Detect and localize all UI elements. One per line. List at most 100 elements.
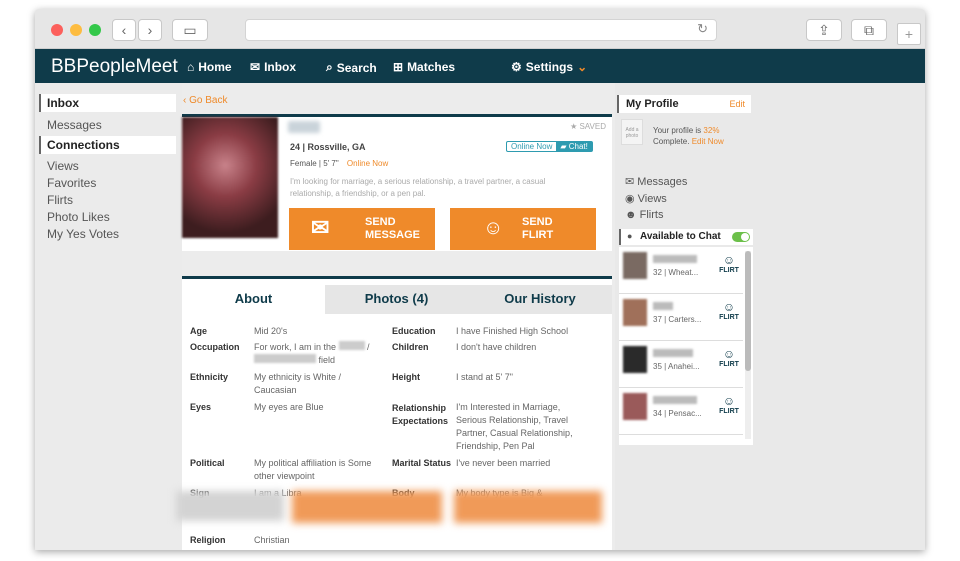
chat-user-row[interactable]: 37 | Carters... ☺ FLIRT [619,294,743,341]
chat-badge[interactable]: ▰ Chat! [556,142,592,151]
nav-matches[interactable]: ⊞ Matches [393,60,455,74]
age-label: Age [190,326,208,336]
chat-user-row[interactable]: 35 | Anahei... ☺ FLIRT [619,341,743,388]
online-badge-label: Online Now [511,142,553,151]
forward-arrow-icon[interactable]: › [138,19,162,41]
share-icon[interactable]: ⇪ [806,19,842,41]
profile-card: ★ SAVED 24 | Rossville, GA Online Now ▰ … [182,114,612,251]
user-thumbnail[interactable] [623,346,647,373]
height-value: I stand at 5' 7" [456,372,513,382]
sidebar-item-favorites[interactable]: Favorites [47,176,96,190]
flirt-button[interactable]: ☺ FLIRT [715,253,743,274]
my-flirts-label: Flirts [639,209,664,221]
sidebar-item-connections[interactable]: Connections [39,136,176,154]
sidebar-item-views[interactable]: Views [47,159,79,173]
smiley-icon: ☺ [722,300,736,314]
chat-list: 32 | Wheat... ☺ FLIRT 37 | Carters... ☺ FL… [619,247,753,445]
nav-inbox[interactable]: ✉ Inbox [250,60,296,74]
smiley-icon: ☺ [722,253,736,267]
edit-now-link[interactable]: Edit Now [692,137,724,146]
send-flirt-button[interactable]: ☺ SEND FLIRT [450,208,596,250]
user-info: 34 | Pensac... [653,409,702,418]
address-bar[interactable]: ↻ [245,19,717,41]
eyes-value: My eyes are Blue [254,402,324,412]
my-flirts-link[interactable]: ☻ Flirts [625,209,663,221]
send-message-label: SEND MESSAGE [365,216,421,241]
send-message-button[interactable]: ✉ SEND MESSAGE [289,208,435,250]
children-value: I don't have children [456,342,537,352]
chat-badge-label: Chat! [568,142,588,151]
tab-photos[interactable]: Photos (4) [325,285,468,314]
sidebar-item-inbox[interactable]: Inbox [39,94,176,112]
sidebar-item-photo-likes[interactable]: Photo Likes [47,210,110,224]
username-redacted [653,255,697,263]
nav-home[interactable]: ⌂ Home [187,60,232,74]
online-chat-badge[interactable]: Online Now ▰ Chat! [506,141,593,152]
tab-about[interactable]: About [182,285,325,314]
minimize-window-icon[interactable] [70,24,82,36]
gear-icon: ⚙ [511,60,522,74]
user-thumbnail[interactable] [623,393,647,420]
go-back-label: Go Back [189,95,228,106]
matches-icon: ⊞ [393,60,404,74]
chat-bubble-icon: ● [627,231,633,241]
nav-search-label: Search [336,60,377,75]
browser-window: ‹ › ▭ ↻ ⇪ ⧉ + BBPeopleMeet ⌂ Home ✉ Inbox … [35,9,925,550]
occupation-label: Occupation [190,342,240,352]
user-thumbnail[interactable] [623,252,647,279]
main-content: ‹ Go Back ★ SAVED 24 | Rossville, GA Onl… [176,83,615,550]
zoom-window-icon[interactable] [89,24,101,36]
sidebar: Inbox Messages Connections Views Favorit… [35,83,182,550]
nav-inbox-label: Inbox [264,60,297,74]
chat-user-row[interactable]: 32 | Wheat... ☺ FLIRT [619,247,743,294]
chat-bubble-icon: ▰ [560,142,569,151]
my-messages-label: Messages [637,176,688,188]
political-value: My political affiliation is Some other v… [254,458,372,481]
profile-completion-text: Your profile is [653,126,702,135]
flirt-button[interactable]: ☺ FLIRT [715,347,743,368]
tab-history[interactable]: Our History [468,285,612,314]
scrollbar-thumb[interactable] [745,251,751,371]
blurred-overlay [176,491,284,521]
smiley-icon: ☺ [722,394,736,408]
sidebar-item-yes-votes[interactable]: My Yes Votes [47,227,119,241]
sidebar-item-flirts[interactable]: Flirts [47,193,73,207]
back-arrow-icon[interactable]: ‹ [112,19,136,41]
my-messages-link[interactable]: ✉ Messages [625,175,687,188]
nav-home-label: Home [198,60,232,74]
new-tab-icon[interactable]: + [897,23,921,45]
redacted-field [338,341,365,350]
tabs-overview-icon[interactable]: ⧉ [851,19,887,41]
sidebar-item-messages[interactable]: Messages [47,118,102,132]
envelope-icon: ✉ [625,176,638,188]
close-window-icon[interactable] [51,24,63,36]
chat-scrollbar[interactable] [745,251,751,439]
nav-search[interactable]: ⌕ Search [326,60,377,75]
ethnicity-label: Ethnicity [190,372,229,382]
browser-toolbar: ‹ › ▭ ↻ ⇪ ⧉ + [35,9,925,49]
gender-height: Female | 5' 7" Online Now [290,159,388,168]
user-thumbnail[interactable] [623,299,647,326]
saved-indicator[interactable]: ★ SAVED [570,122,606,131]
relationship-value: I'm Interested in Marriage, Serious Rela… [456,402,573,451]
my-views-link[interactable]: ◉ Views [625,192,667,205]
profile-photo[interactable] [182,117,278,238]
flirt-label: FLIRT [719,267,739,274]
sidebar-toggle-icon[interactable]: ▭ [172,19,208,41]
chat-user-row[interactable]: 34 | Pensac... ☺ FLIRT [619,388,743,435]
user-info: 32 | Wheat... [653,268,699,277]
profile-bio: I'm looking for marriage, a serious rela… [290,177,546,198]
flirt-button[interactable]: ☺ FLIRT [715,300,743,321]
flirt-button[interactable]: ☺ FLIRT [715,394,743,415]
go-back-link[interactable]: ‹ Go Back [183,95,227,106]
education-value: I have Finished High School [456,326,569,336]
profile-completion-percent: 32% [703,126,720,135]
username-redacted [653,349,693,357]
site-logo[interactable]: BBPeopleMeet [51,56,178,78]
reload-icon[interactable]: ↻ [697,21,708,37]
chat-toggle[interactable] [732,232,750,242]
edit-profile-link[interactable]: Edit [729,99,745,109]
add-photo-placeholder[interactable]: Add a photo [621,119,643,145]
nav-settings[interactable]: ⚙ Settings ⌄ [511,60,587,74]
redacted-field [254,354,316,363]
